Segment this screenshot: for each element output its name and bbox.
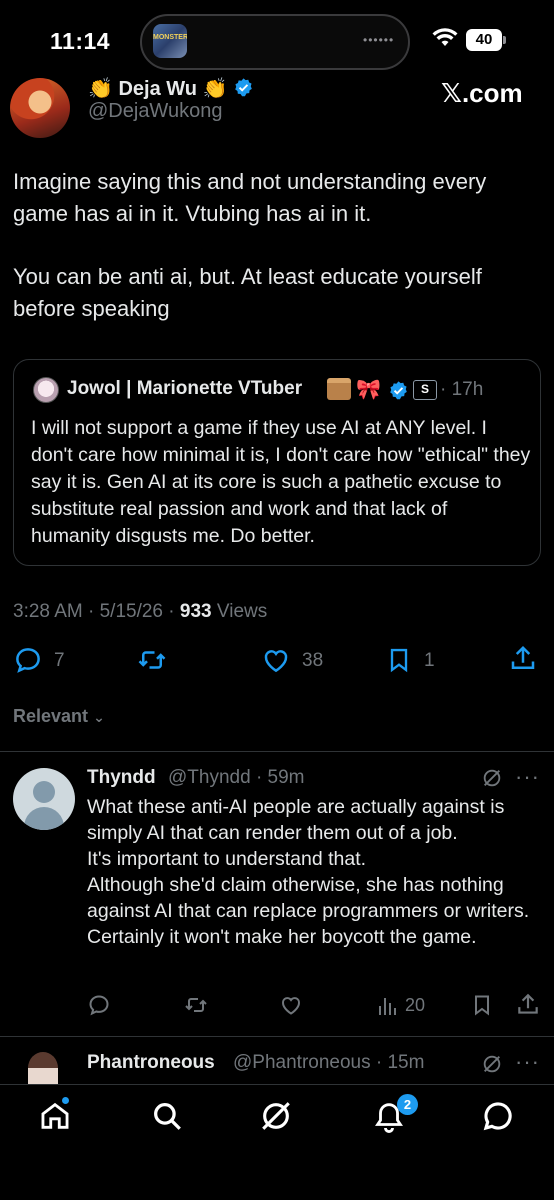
reply-author-name[interactable]: Thyndd	[87, 767, 156, 789]
notifications-badge: 2	[397, 1094, 418, 1115]
author-name-text: Deja Wu	[118, 78, 198, 100]
share-icon[interactable]	[508, 644, 538, 674]
reply-icon[interactable]	[87, 993, 111, 1017]
reply-author-avatar[interactable]	[28, 1052, 58, 1084]
wifi-icon	[432, 28, 458, 48]
app-icon-text: MONSTER	[153, 34, 187, 41]
views-count: 20	[405, 995, 426, 1015]
reply-text-line: Although she'd claim otherwise, she has …	[87, 874, 530, 948]
quoted-tweet-age: · 17h	[440, 379, 484, 400]
activity-dots-icon: ••••••	[363, 33, 395, 47]
views-icon[interactable]	[376, 994, 400, 1018]
package-emoji-icon	[327, 378, 351, 400]
status-time: 11:14	[50, 28, 111, 54]
battery-cap	[503, 36, 506, 44]
home-icon[interactable]	[38, 1099, 72, 1133]
clap-emoji-icon: 👏	[88, 78, 113, 100]
tweet-timestamp[interactable]: 3:28 AM · 5/15/26 · 933 Views	[13, 601, 267, 623]
more-options-icon[interactable]: ···	[515, 1049, 540, 1075]
reply-author-handle[interactable]: @Thyndd · 59m	[168, 767, 305, 789]
reply-text: What these anti-AI people are actually a…	[87, 794, 539, 950]
verified-badge-icon	[235, 78, 252, 97]
subscription-badge-icon: S	[413, 380, 437, 400]
home-unread-dot	[62, 1097, 69, 1104]
reply-count: 7	[54, 650, 65, 671]
repost-icon[interactable]	[136, 645, 168, 675]
bookmark-count: 1	[424, 650, 435, 671]
repost-icon[interactable]	[183, 993, 209, 1017]
quoted-author-avatar[interactable]	[33, 377, 59, 403]
like-count: 38	[302, 650, 324, 671]
tweet-text: Imagine saying this and not understandin…	[13, 166, 543, 356]
tweet-paragraph: Imagine saying this and not understandin…	[13, 169, 487, 226]
quoted-author-name[interactable]: Jowol | Marionette VTuber	[67, 378, 302, 400]
author-display-name[interactable]: 👏 Deja Wu 👏	[88, 76, 254, 101]
reply-icon[interactable]	[13, 645, 43, 675]
tweet-paragraph: You can be anti ai, but. At least educat…	[13, 264, 482, 321]
bookmark-icon[interactable]	[470, 993, 494, 1017]
messages-icon[interactable]	[481, 1099, 515, 1133]
search-icon[interactable]	[150, 1099, 184, 1133]
replies-sort-dropdown[interactable]: Relevant ⌄	[13, 706, 105, 727]
like-icon[interactable]	[278, 993, 304, 1017]
replies-sort-label: Relevant	[13, 706, 89, 726]
reply-text-line: It's important to understand that.	[87, 848, 367, 870]
views-count: 933	[179, 601, 212, 622]
divider	[0, 1036, 554, 1037]
grok-icon[interactable]	[481, 767, 503, 789]
views-label: Views	[216, 601, 268, 622]
ribbon-emoji-icon: 🎀	[356, 379, 381, 401]
quoted-tweet-text: I will not support a game if they use AI…	[31, 417, 531, 547]
reply-text-line: What these anti-AI people are actually a…	[87, 796, 505, 844]
grok-icon[interactable]	[481, 1053, 503, 1075]
author-avatar[interactable]	[10, 78, 70, 138]
like-icon[interactable]	[260, 645, 292, 675]
battery-indicator: 40	[466, 29, 502, 51]
share-icon[interactable]	[515, 992, 541, 1018]
clap-emoji-icon: 👏	[202, 78, 228, 100]
reply-author-name[interactable]: Phantroneous	[87, 1052, 215, 1074]
author-handle[interactable]: @DejaWukong	[88, 100, 222, 123]
app-icon[interactable]: MONSTER	[153, 24, 187, 58]
reply-author-handle[interactable]: @Phantroneous · 15m	[233, 1052, 424, 1074]
divider	[0, 751, 554, 752]
site-label: 𝕏.com	[441, 78, 523, 108]
verified-badge-icon	[388, 380, 409, 401]
tweet-date: 5/15/26	[99, 601, 164, 622]
bookmark-icon[interactable]	[385, 645, 413, 675]
more-options-icon[interactable]: ···	[515, 764, 540, 790]
grok-icon[interactable]	[259, 1099, 293, 1133]
chevron-down-icon: ⌄	[93, 709, 105, 725]
tweet-time: 3:28 AM	[13, 601, 83, 622]
reply-author-avatar[interactable]	[13, 768, 75, 830]
